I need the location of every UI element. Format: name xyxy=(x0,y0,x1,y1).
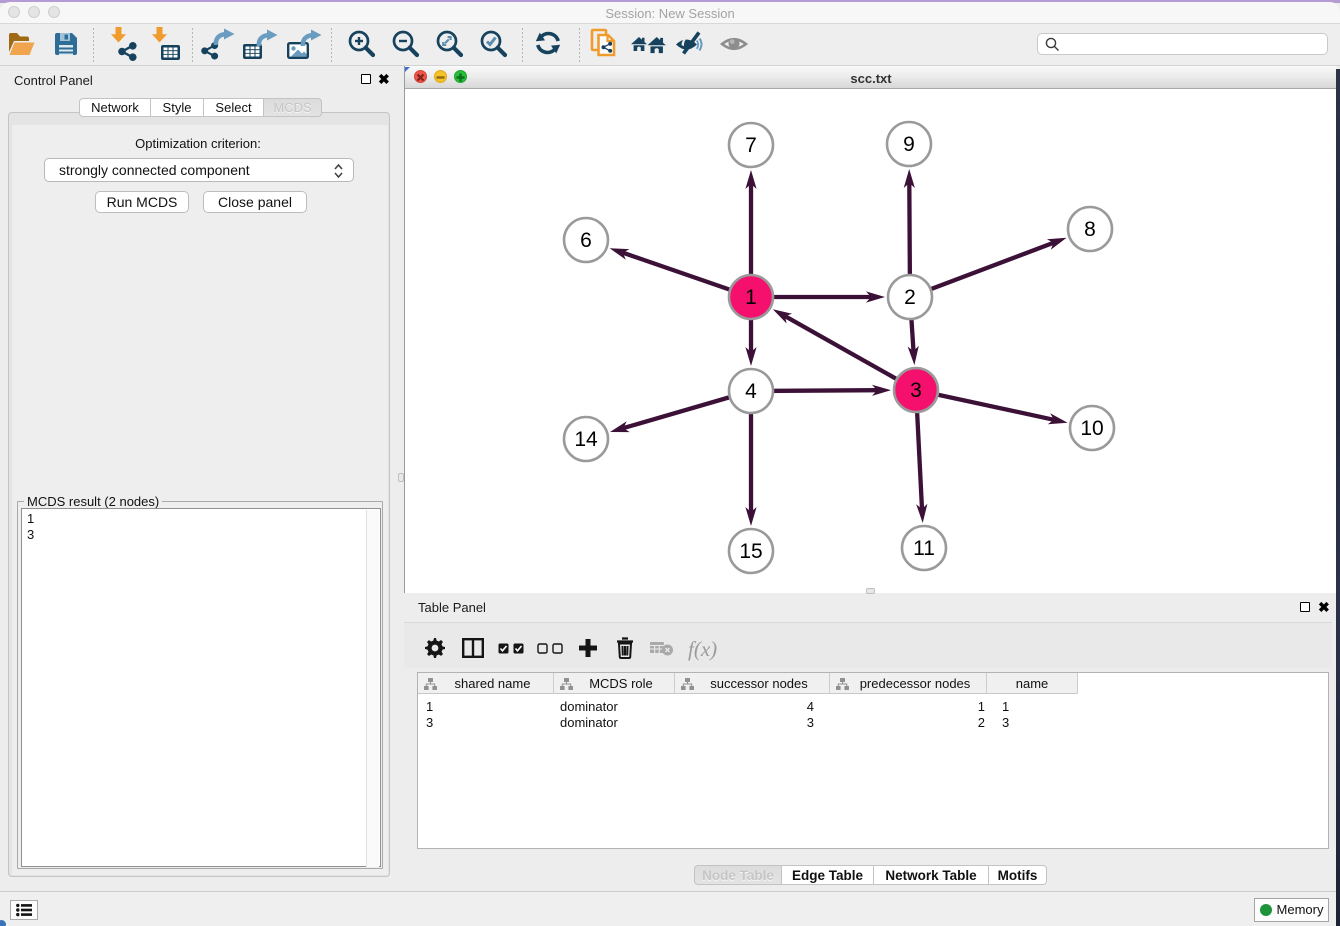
svg-text:3: 3 xyxy=(910,379,922,402)
svg-text:7: 7 xyxy=(745,134,757,157)
svg-text:4: 4 xyxy=(745,380,757,403)
svg-text:14: 14 xyxy=(574,428,598,451)
svg-text:10: 10 xyxy=(1080,417,1103,440)
svg-text:1: 1 xyxy=(745,286,757,309)
svg-text:15: 15 xyxy=(739,540,762,563)
svg-text:2: 2 xyxy=(904,286,916,309)
svg-text:6: 6 xyxy=(580,229,592,252)
svg-text:9: 9 xyxy=(903,133,915,156)
svg-text:8: 8 xyxy=(1084,218,1096,241)
svg-text:11: 11 xyxy=(913,537,935,560)
